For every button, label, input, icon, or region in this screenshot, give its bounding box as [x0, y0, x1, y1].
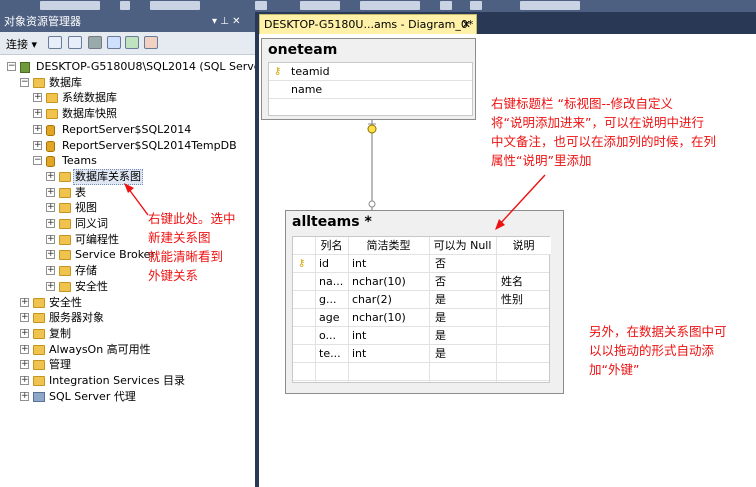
annotation-line: 右键此处。选中: [148, 211, 236, 226]
annotation-new-diagram-note: 右键此处。选中 新建关系图 就能清晰看到 外键关系: [148, 209, 253, 285]
annotation-line: 就能清晰看到: [148, 249, 224, 264]
annotation-line: 外键关系: [148, 268, 199, 283]
annotation-line: 新建关系图: [148, 230, 211, 245]
annotation-arrow-left: [124, 183, 149, 216]
